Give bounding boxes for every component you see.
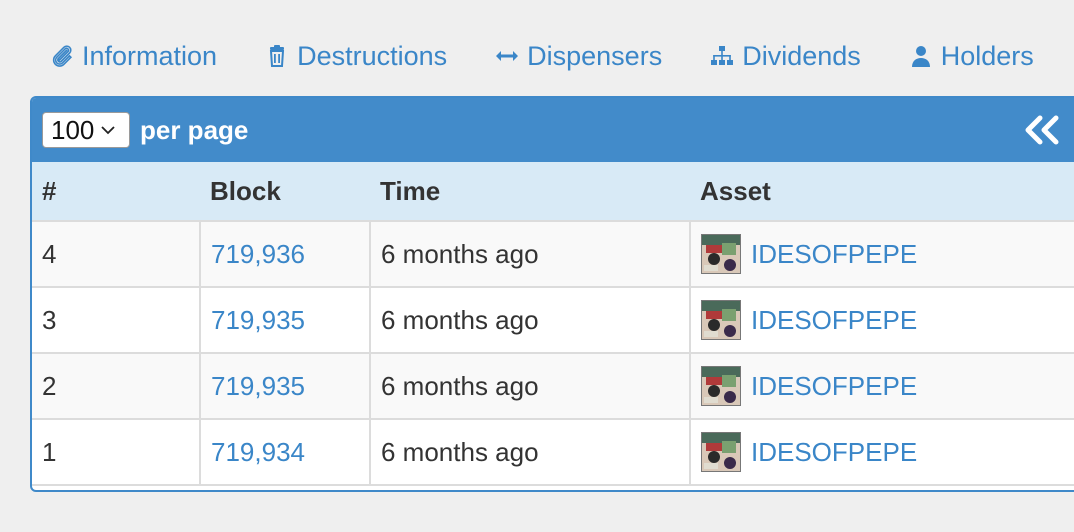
row-number: 4 [32,221,201,288]
block-link[interactable]: 719,934 [211,437,305,467]
row-number: 3 [32,287,201,354]
asset-link[interactable]: IDESOFPEPE [751,239,917,270]
column-header-number[interactable]: # [32,162,200,222]
paperclip-icon [52,45,73,67]
row-number: 2 [32,353,201,420]
asset-tabs: Information Destructions Dispensers Divi… [50,36,1034,76]
destructions-table: # Block Time Asset 4 719,936 6 months ag… [32,162,1074,486]
asset-thumbnail-icon [701,366,741,406]
panel-header: 100 per page [32,98,1074,162]
table-row: 3 719,935 6 months ago IDESOFPEPE [32,287,1074,354]
row-time: 6 months ago [370,353,691,420]
arrows-horizontal-icon [496,51,519,61]
asset-thumbnail-icon [701,432,741,472]
tab-label: Dividends [742,40,861,71]
row-time: 6 months ago [370,221,691,288]
user-icon [911,46,930,67]
per-page-label: per page [140,114,249,145]
tab-dividends[interactable]: Dividends [710,41,861,72]
tab-label: Destructions [297,40,448,71]
asset-thumbnail-icon [701,234,741,274]
chevron-down-icon [101,126,116,135]
page-size-value: 100 [51,114,95,145]
column-header-asset[interactable]: Asset [690,162,1074,222]
sitemap-icon [711,46,734,65]
row-time: 6 months ago [370,419,691,486]
column-header-time[interactable]: Time [370,162,690,222]
tab-dispensers[interactable]: Dispensers [495,41,662,72]
asset-link[interactable]: IDESOFPEPE [751,305,917,336]
tab-label: Information [82,40,218,71]
table-header-row: # Block Time Asset [32,162,1074,222]
asset-thumbnail-icon [701,300,741,340]
table-row: 2 719,935 6 months ago IDESOFPEPE [32,353,1074,420]
tab-label: Holders [940,40,1034,71]
block-link[interactable]: 719,935 [211,371,305,401]
tab-information[interactable]: Information [50,41,217,72]
table-row: 4 719,936 6 months ago IDESOFPEPE [32,221,1074,288]
tab-label: Dispensers [527,40,663,71]
collapse-left-icon[interactable] [1020,112,1064,148]
page-size-select[interactable]: 100 [42,112,130,148]
asset-link[interactable]: IDESOFPEPE [751,371,917,402]
tab-destructions[interactable]: Destructions [265,41,447,72]
block-link[interactable]: 719,936 [211,239,305,269]
block-link[interactable]: 719,935 [211,305,305,335]
table-row: 1 719,934 6 months ago IDESOFPEPE [32,419,1074,486]
row-time: 6 months ago [370,287,691,354]
column-header-block[interactable]: Block [200,162,370,222]
tab-holders[interactable]: Holders [909,41,1034,72]
row-number: 1 [32,419,201,486]
trash-icon [270,45,285,67]
destructions-panel: 100 per page # Block Time Asset 4 719,93… [30,96,1074,492]
asset-link[interactable]: IDESOFPEPE [751,437,917,468]
